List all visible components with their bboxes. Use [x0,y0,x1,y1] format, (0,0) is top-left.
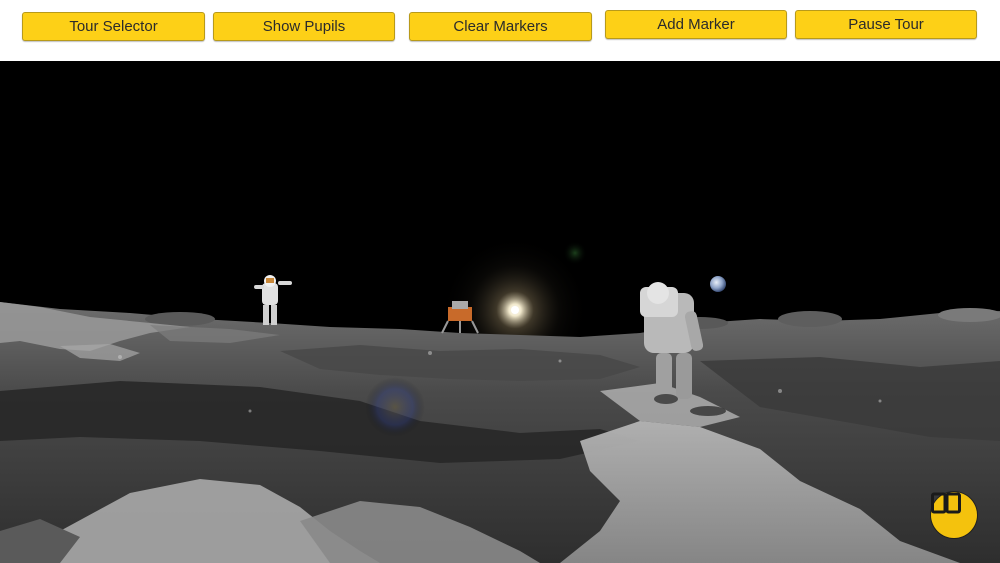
tour-selector-button[interactable]: Tour Selector [22,12,205,41]
add-marker-button[interactable]: Add Marker [605,10,787,39]
top-toolbar: Tour Selector Show Pupils Clear Markers … [0,0,1000,61]
book-icon [931,492,961,514]
show-pupils-button[interactable]: Show Pupils [213,12,395,41]
clear-markers-button[interactable]: Clear Markers [409,12,592,41]
earth-icon [710,276,726,292]
vr-tour-app: Tour Selector Show Pupils Clear Markers … [0,0,1000,563]
moon-panorama-view[interactable] [0,61,1000,563]
pause-tour-button[interactable]: Pause Tour [795,10,977,39]
book-icon-button[interactable] [931,492,977,538]
lunar-scene[interactable] [0,61,1000,563]
